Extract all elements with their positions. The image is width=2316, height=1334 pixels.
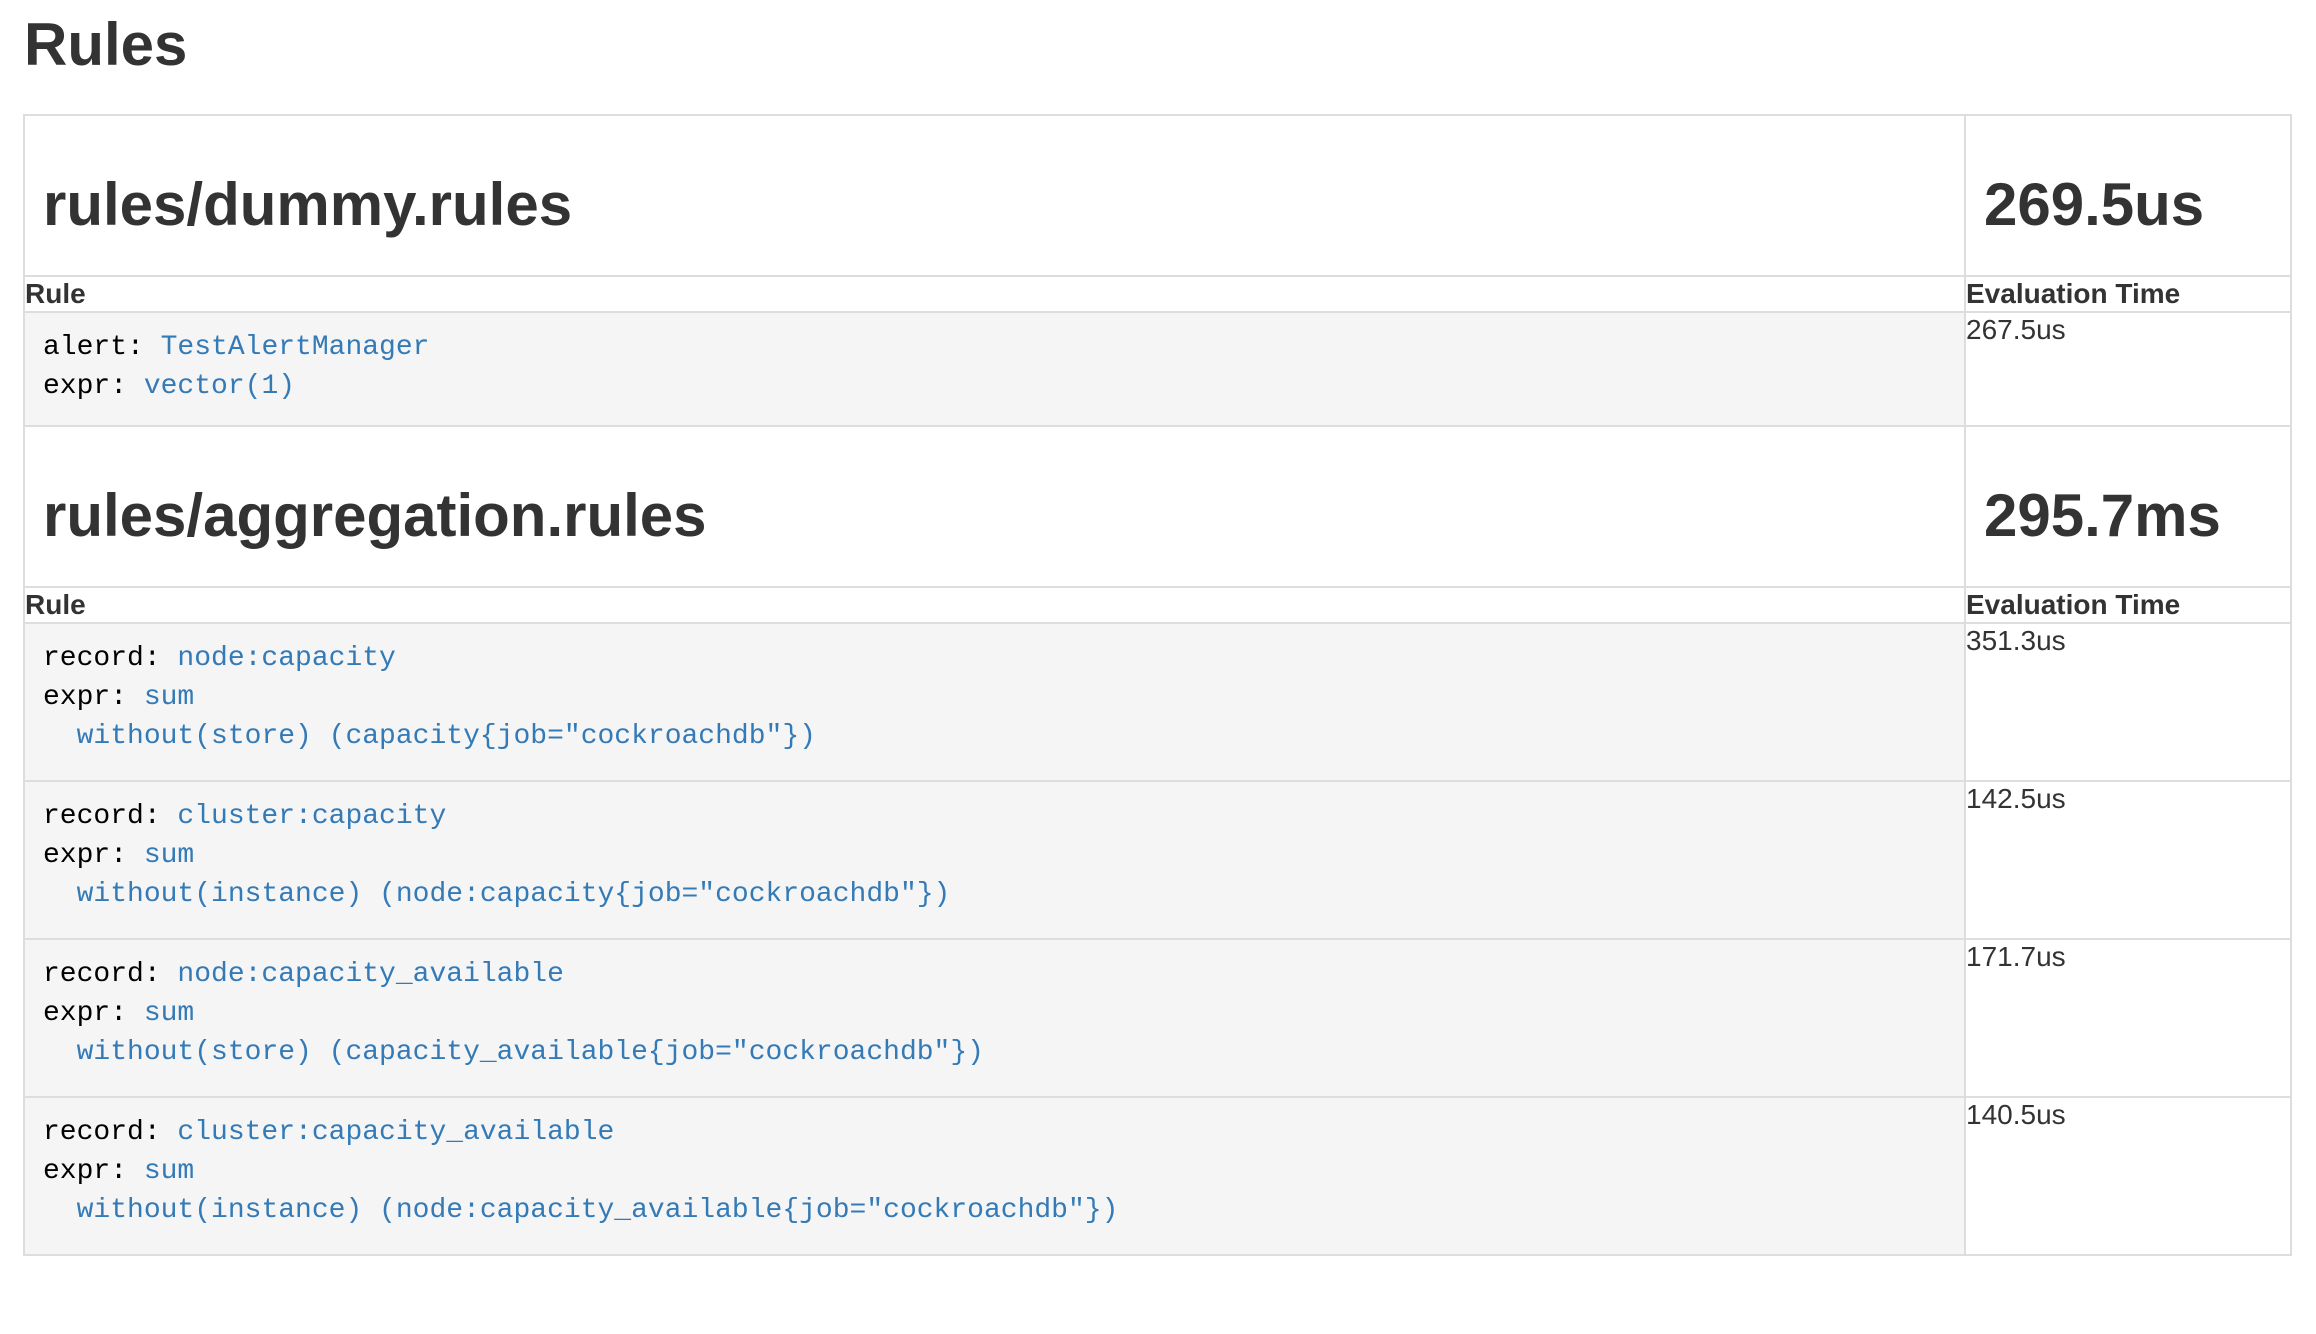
- rule-row: record: node:capacity_available expr: su…: [24, 939, 2291, 1097]
- rule-eval-time: 171.7us: [1965, 939, 2291, 1097]
- code-key: alert:: [43, 332, 161, 363]
- eval-time-column-header: Evaluation Time: [1965, 276, 2291, 312]
- rule-code-cell: alert: TestAlertManager expr: vector(1): [24, 312, 1965, 426]
- alert-name-link[interactable]: TestAlertManager: [161, 332, 430, 363]
- group-header-row: rules/dummy.rules 269.5us: [24, 115, 2291, 276]
- expr-link[interactable]: sum: [144, 682, 194, 713]
- rule-row: record: cluster:capacity expr: sum witho…: [24, 781, 2291, 939]
- code-key: record:: [43, 801, 177, 832]
- column-header-row: Rule Evaluation Time: [24, 587, 2291, 623]
- rules-table: rules/dummy.rules 269.5us Rule Evaluatio…: [23, 114, 2292, 1256]
- rule-eval-time: 267.5us: [1965, 312, 2291, 426]
- code-key: expr:: [43, 1156, 144, 1187]
- rule-code: alert: TestAlertManager expr: vector(1): [25, 313, 1964, 425]
- group-eval-time: 295.7ms: [1966, 427, 2290, 569]
- code-key: record:: [43, 643, 177, 674]
- page-title: Rules: [24, 12, 2293, 78]
- rule-code-cell: record: cluster:capacity_available expr:…: [24, 1097, 1965, 1255]
- expr-link[interactable]: sum: [144, 998, 194, 1029]
- code-indent: [43, 1037, 77, 1068]
- expr-link[interactable]: without(store) (capacity{job="cockroachd…: [77, 721, 816, 752]
- rule-eval-time: 142.5us: [1965, 781, 2291, 939]
- eval-time-column-header: Evaluation Time: [1965, 587, 2291, 623]
- code-key: expr:: [43, 682, 144, 713]
- rule-code: record: cluster:capacity expr: sum witho…: [25, 782, 1964, 938]
- rule-column-header: Rule: [24, 276, 1965, 312]
- expr-link[interactable]: sum: [144, 1156, 194, 1187]
- rules-page: Rules rules/dummy.rules 269.5us Rule Eva…: [23, 12, 2293, 1256]
- record-name-link[interactable]: cluster:capacity_available: [177, 1117, 614, 1148]
- expr-link[interactable]: without(instance) (node:capacity{job="co…: [77, 879, 951, 910]
- code-key: expr:: [43, 371, 144, 402]
- expr-link[interactable]: vector(1): [144, 371, 295, 402]
- code-indent: [43, 879, 77, 910]
- rule-code: record: cluster:capacity_available expr:…: [25, 1098, 1964, 1254]
- expr-link[interactable]: sum: [144, 840, 194, 871]
- group-eval-time: 269.5us: [1966, 116, 2290, 258]
- rule-row: record: cluster:capacity_available expr:…: [24, 1097, 2291, 1255]
- code-indent: [43, 721, 77, 752]
- rule-eval-time: 351.3us: [1965, 623, 2291, 781]
- rule-row: alert: TestAlertManager expr: vector(1) …: [24, 312, 2291, 426]
- code-indent: [43, 1195, 77, 1226]
- code-key: record:: [43, 1117, 177, 1148]
- rule-code-cell: record: node:capacity_available expr: su…: [24, 939, 1965, 1097]
- rule-column-header: Rule: [24, 587, 1965, 623]
- rule-code: record: node:capacity expr: sum without(…: [25, 624, 1964, 780]
- rule-row: record: node:capacity expr: sum without(…: [24, 623, 2291, 781]
- code-key: record:: [43, 959, 177, 990]
- group-name: rules/aggregation.rules: [25, 427, 1964, 569]
- record-name-link[interactable]: node:capacity: [177, 643, 395, 674]
- group-header-row: rules/aggregation.rules 295.7ms: [24, 426, 2291, 587]
- expr-link[interactable]: without(store) (capacity_available{job="…: [77, 1037, 984, 1068]
- rule-code: record: node:capacity_available expr: su…: [25, 940, 1964, 1096]
- expr-link[interactable]: without(instance) (node:capacity_availab…: [77, 1195, 1119, 1226]
- code-key: expr:: [43, 998, 144, 1029]
- code-key: expr:: [43, 840, 144, 871]
- record-name-link[interactable]: cluster:capacity: [177, 801, 446, 832]
- rule-code-cell: record: cluster:capacity expr: sum witho…: [24, 781, 1965, 939]
- column-header-row: Rule Evaluation Time: [24, 276, 2291, 312]
- rule-eval-time: 140.5us: [1965, 1097, 2291, 1255]
- group-name: rules/dummy.rules: [25, 116, 1964, 258]
- rule-code-cell: record: node:capacity expr: sum without(…: [24, 623, 1965, 781]
- record-name-link[interactable]: node:capacity_available: [177, 959, 563, 990]
